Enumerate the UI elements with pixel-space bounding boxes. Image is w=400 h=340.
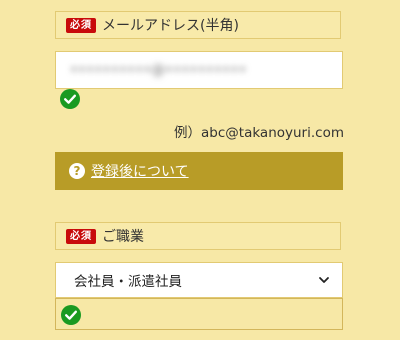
occupation-select[interactable]: 会社員・派遣社員 — [55, 262, 343, 298]
email-field[interactable]: ••••••••••@•••••••••• — [55, 51, 343, 89]
email-label-row: 必須 メールアドレス(半角) — [55, 11, 341, 39]
email-label: メールアドレス(半角) — [102, 18, 239, 34]
occupation-selected-value: 会社員・派遣社員 — [74, 274, 182, 290]
email-example: 例）abc@takanoyuri.com — [174, 125, 344, 141]
required-badge: 必須 — [66, 17, 96, 33]
registration-info-link[interactable]: 登録後について — [91, 161, 189, 181]
occupation-status — [55, 298, 343, 330]
check-circle-icon — [60, 89, 80, 109]
chevron-down-icon — [319, 277, 329, 283]
help-bar[interactable]: ? 登録後について — [55, 152, 343, 190]
occupation-label-row: 必須 ご職業 — [55, 222, 341, 250]
check-circle-icon — [61, 305, 81, 325]
required-badge: 必須 — [66, 228, 96, 244]
email-value: ••••••••••@•••••••••• — [70, 62, 247, 78]
question-circle-icon: ? — [69, 163, 85, 179]
occupation-label: ご職業 — [102, 229, 144, 245]
